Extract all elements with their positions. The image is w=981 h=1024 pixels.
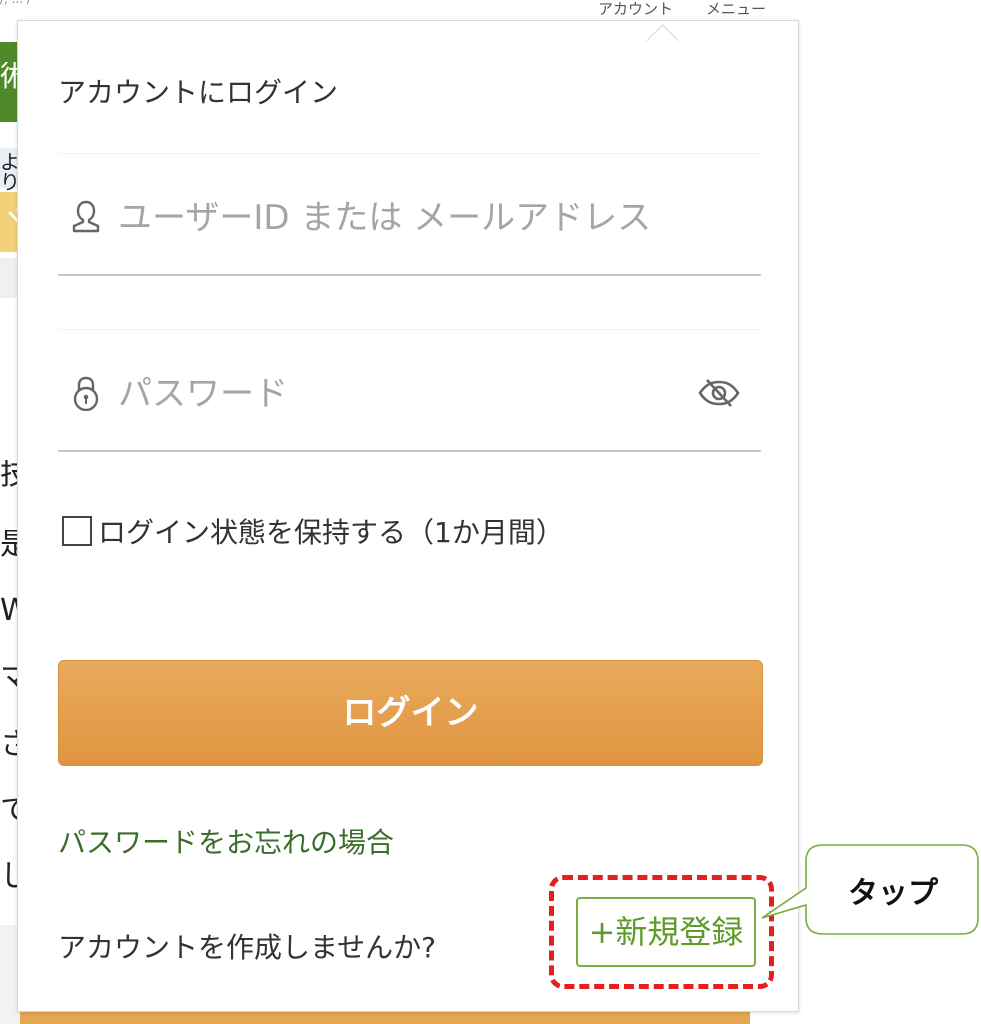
background-url: /, ... / — [0, 0, 31, 6]
remember-login-option[interactable]: ログイン状態を保持する（1か月間） — [62, 511, 564, 551]
login-dropdown-panel: アカウントにログイン ログイン状態を保 — [17, 20, 799, 1012]
username-field — [58, 153, 761, 276]
menu-link[interactable]: メニュー — [706, 0, 766, 19]
lock-icon — [70, 375, 102, 412]
password-field — [58, 329, 761, 452]
create-account-prompt: アカウントを作成しませんか? — [58, 931, 437, 964]
username-input[interactable] — [116, 192, 680, 244]
account-menu-link[interactable]: アカウント — [598, 0, 673, 19]
password-input[interactable] — [116, 368, 680, 420]
background-orange-bar — [20, 1010, 750, 1024]
user-icon — [70, 199, 102, 235]
eye-slash-icon[interactable] — [697, 378, 741, 408]
highlight-dashed-box — [549, 875, 774, 989]
login-panel-title: アカウントにログイン — [58, 76, 339, 109]
callout-text: タップ — [848, 876, 938, 911]
forgot-password-link[interactable]: パスワードをお忘れの場合 — [58, 821, 394, 861]
remember-checkbox[interactable] — [62, 516, 92, 546]
login-button[interactable]: ログイン — [58, 660, 763, 766]
dropdown-caret — [646, 24, 679, 57]
remember-label: ログイン状態を保持する（1か月間） — [98, 516, 564, 549]
